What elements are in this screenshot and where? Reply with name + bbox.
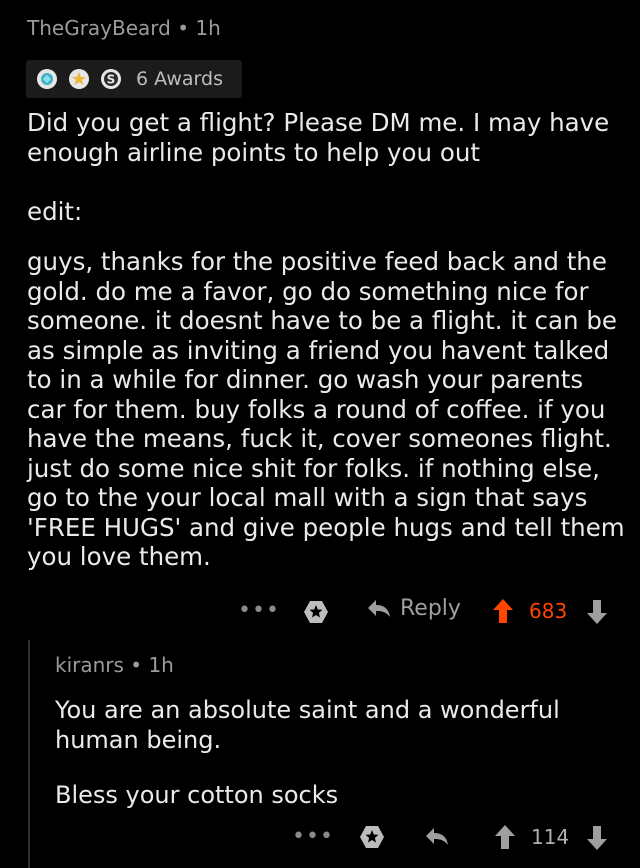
comment-paragraph: Did you get a flight? Please DM me. I ma… — [27, 108, 610, 167]
star-award-icon — [68, 68, 90, 90]
more-icon[interactable]: ••• — [238, 598, 280, 623]
award-icon[interactable] — [358, 823, 386, 855]
comment-time: 1h — [195, 16, 221, 40]
upvote-icon[interactable] — [492, 598, 514, 628]
reply-username[interactable]: kiranrs — [55, 653, 124, 677]
reply-button[interactable]: Reply — [366, 596, 461, 621]
gold-award-icon — [36, 68, 58, 90]
comment-score: 683 — [529, 599, 568, 623]
reply-icon — [426, 828, 448, 845]
reply-icon — [368, 599, 390, 617]
reply-meta: kiranrs • 1h — [55, 653, 174, 677]
comment-meta: TheGrayBeard • 1h — [27, 16, 221, 40]
meta-separator: • — [130, 653, 143, 677]
awards-bar[interactable]: S 6 Awards — [26, 60, 242, 98]
upvote-icon[interactable] — [494, 824, 516, 854]
reply-action-bar: ••• 114 — [0, 818, 640, 858]
more-icon[interactable]: ••• — [292, 824, 334, 849]
meta-separator: • — [177, 16, 190, 40]
reply-button[interactable] — [424, 825, 450, 853]
comment-paragraph: edit: — [27, 197, 83, 226]
comment-username[interactable]: TheGrayBeard — [27, 16, 171, 40]
awards-count: 6 Awards — [136, 68, 223, 90]
comment-paragraph: guys, thanks for the positive feed back … — [27, 247, 625, 571]
downvote-icon[interactable] — [586, 825, 608, 855]
reply-time: 1h — [148, 653, 174, 677]
reply-paragraph: Bless your cotton socks — [55, 781, 339, 809]
reply-paragraph: You are an absolute saint and a wonderfu… — [55, 696, 560, 754]
reply-label: Reply — [400, 596, 461, 621]
svg-text:S: S — [107, 73, 116, 87]
downvote-icon[interactable] — [586, 599, 608, 629]
comment-action-bar: ••• Reply 683 — [0, 592, 640, 632]
silver-award-icon: S — [100, 68, 122, 90]
award-icon[interactable] — [302, 598, 330, 630]
reply-score: 114 — [531, 825, 570, 849]
